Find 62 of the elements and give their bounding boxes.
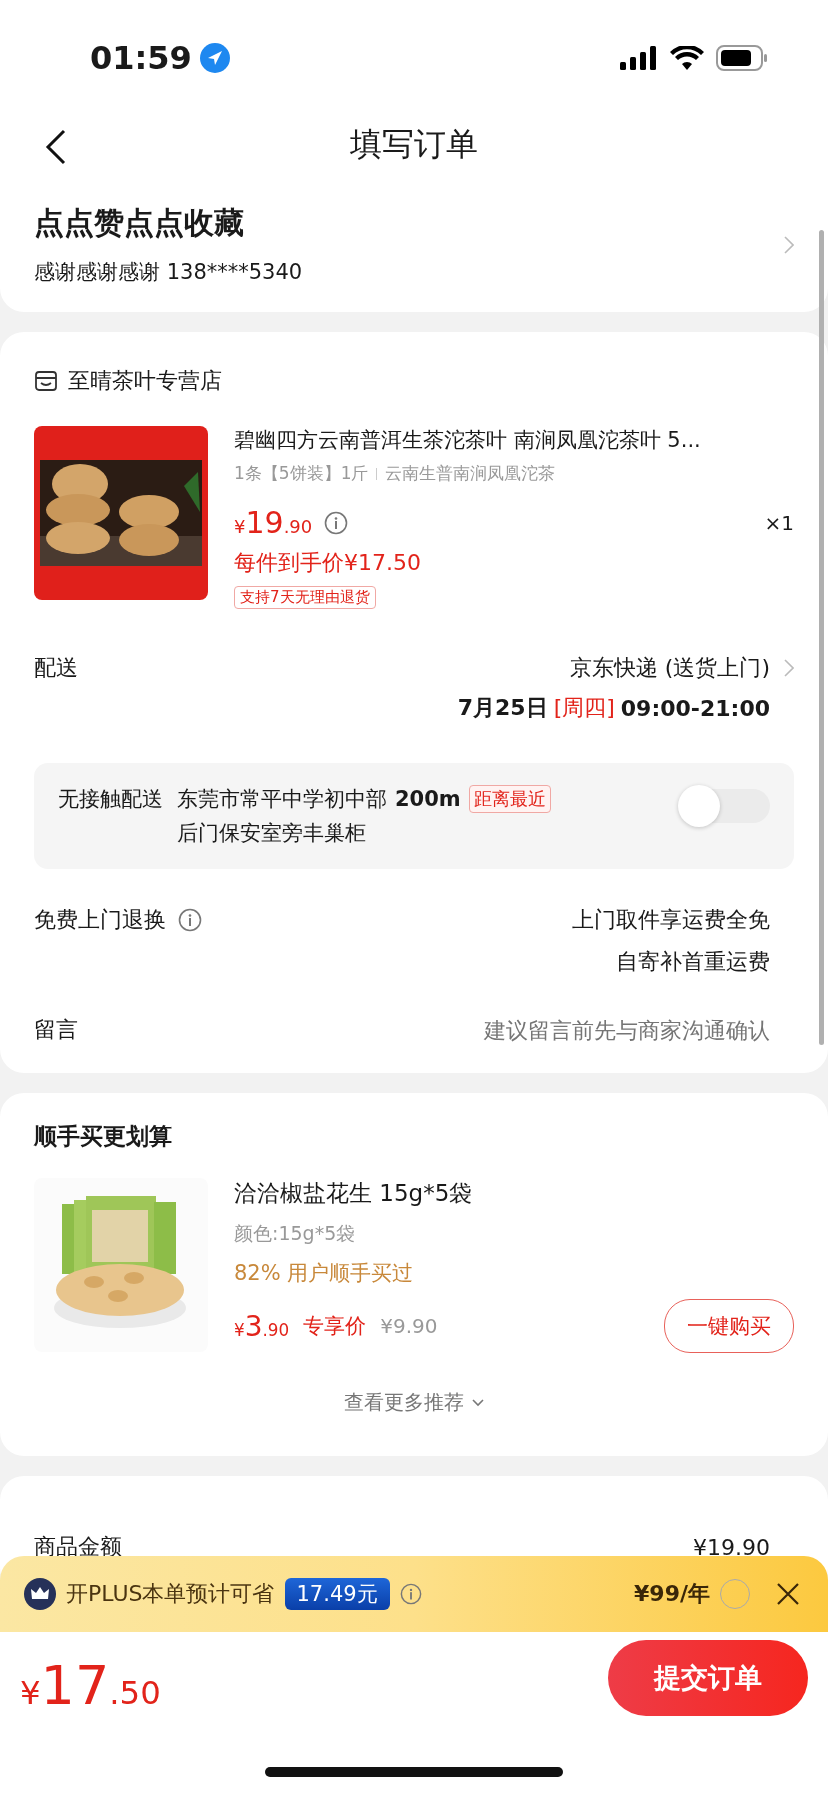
chevron-down-icon <box>472 1398 484 1407</box>
store-name[interactable]: 至晴茶叶专营店 <box>68 366 222 396</box>
locker-detail: 后门保安室旁丰巢柜 <box>177 820 366 847</box>
price-decimal: .90 <box>262 1319 290 1340</box>
section-title: 顺手买更划算 <box>34 1122 173 1151</box>
item-name[interactable]: 洽洽椒盐花生 15g*5袋 <box>234 1178 473 1209</box>
final-price: 每件到手价¥17.50 <box>234 549 421 577</box>
info-icon[interactable] <box>178 908 202 932</box>
wifi-icon <box>670 45 704 70</box>
info-icon[interactable] <box>324 510 349 535</box>
delivery-date: 7月25日 <box>457 694 548 722</box>
summary-value: ¥19.90 <box>693 1534 770 1560</box>
chevron-right-icon <box>784 659 794 677</box>
quantity: ×1 <box>764 510 794 535</box>
page-title: 填写订单 <box>350 124 478 165</box>
price-label: 专享价 <box>303 1313 367 1340</box>
back-icon[interactable] <box>44 129 68 165</box>
recipient-contact: 感谢感谢感谢 138****5340 <box>34 259 303 286</box>
delivery-carrier[interactable]: 京东快递 (送货上门) <box>569 653 770 683</box>
contactless-label: 无接触配送 <box>58 786 163 813</box>
recipient-name: 点点赞点点收藏 <box>34 204 244 242</box>
price-decimal: .50 <box>109 1674 161 1712</box>
locker-place: 东莞市常平中学初中部 <box>177 786 387 813</box>
price-symbol: ¥ <box>20 1674 41 1712</box>
price-integer: 19 <box>245 505 284 540</box>
bought-rate: 82% 用户顺手买过 <box>234 1260 414 1287</box>
price-symbol: ¥ <box>234 516 246 537</box>
info-icon[interactable] <box>399 1583 422 1605</box>
close-icon[interactable] <box>776 1582 800 1606</box>
delivery-time: 09:00-21:00 <box>620 695 770 721</box>
original-price: ¥9.90 <box>380 1314 438 1338</box>
store-icon <box>34 369 58 393</box>
item-color: 颜色:15g*5袋 <box>234 1221 356 1246</box>
product-variant: 云南生普南涧凤凰沱茶 <box>385 462 556 485</box>
price-decimal: .90 <box>283 516 313 537</box>
battery-icon <box>716 44 768 71</box>
saving-badge: 17.49元 <box>284 1578 390 1610</box>
message-label: 留言 <box>34 1016 78 1044</box>
status-time: 01:59 <box>90 38 192 77</box>
returns-pickup-note: 上门取件享运费全免 <box>572 906 770 934</box>
price-integer: 3 <box>244 1309 263 1343</box>
signal-icon <box>620 45 658 70</box>
return-policy-tag: 支持7天无理由退货 <box>234 586 376 609</box>
product-spec: 1条【5饼装】1斤 <box>234 462 369 485</box>
submit-order-button[interactable]: 提交订单 <box>608 1640 808 1716</box>
message-field[interactable]: 建议留言前先与商家沟通确认 <box>350 1017 770 1043</box>
crown-icon <box>24 1578 56 1610</box>
product-title[interactable]: 碧幽四方云南普洱生茶沱茶叶 南涧凤凰沱茶叶 5... <box>234 426 701 454</box>
delivery-label: 配送 <box>34 654 78 682</box>
price-symbol: ¥ <box>234 1319 245 1340</box>
more-link[interactable]: 查看更多推荐 <box>344 1389 464 1416</box>
locker-distance: 200m <box>395 787 461 811</box>
nearest-badge: 距离最近 <box>468 785 551 813</box>
price-integer: 17 <box>40 1654 110 1717</box>
plus-price: ¥99/年 <box>634 1580 710 1608</box>
delivery-weekday: [周四] <box>553 694 615 722</box>
buy-button[interactable]: 一键购买 <box>664 1299 794 1353</box>
returns-self-send-note: 自寄补首重运费 <box>616 948 770 976</box>
chevron-right-icon <box>784 235 794 254</box>
returns-label: 免费上门退换 <box>34 906 166 934</box>
summary-label: 商品金额 <box>34 1533 122 1561</box>
plus-text: 开PLUS本单预计可省 <box>66 1580 275 1608</box>
